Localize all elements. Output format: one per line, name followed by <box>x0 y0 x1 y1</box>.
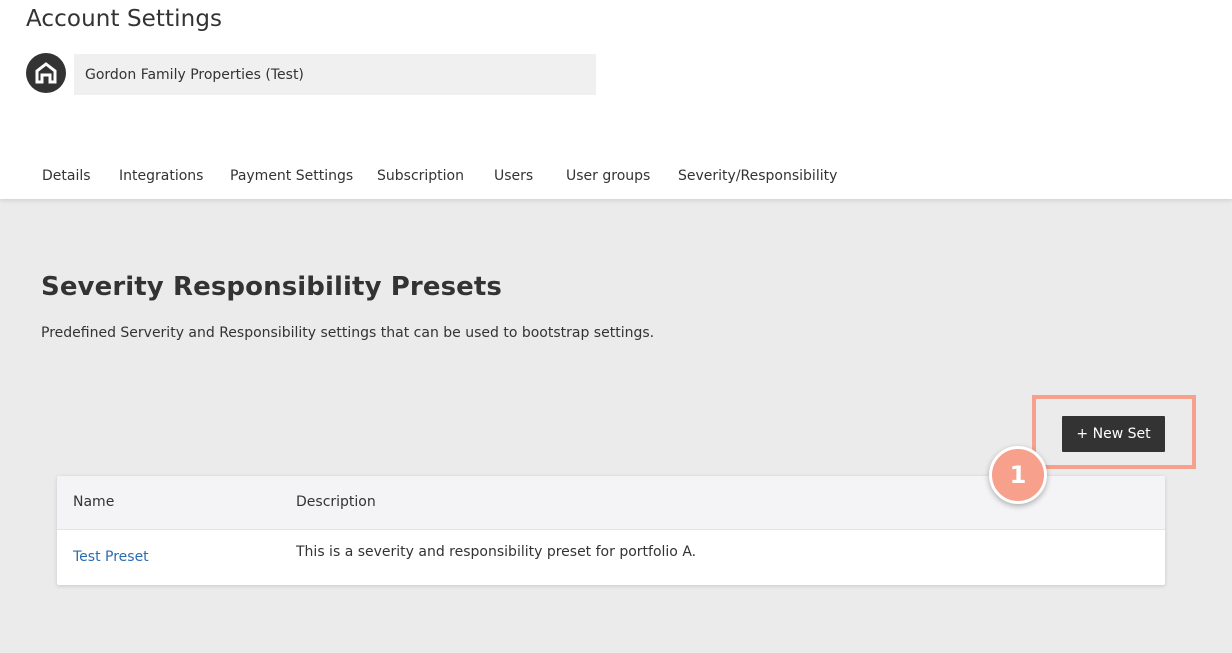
settings-tabs: Details Integrations Payment Settings Su… <box>0 160 1232 192</box>
page-header: Account Settings Gordon Family Propertie… <box>0 0 1232 199</box>
section-description: Predefined Serverity and Responsibility … <box>41 325 655 341</box>
step-number-badge: 1 <box>989 446 1047 504</box>
preset-description: This is a severity and responsibility pr… <box>296 544 697 560</box>
tab-users[interactable]: Users <box>494 160 533 192</box>
tab-integrations[interactable]: Integrations <box>119 160 203 192</box>
column-header-description: Description <box>296 494 376 510</box>
section-title: Severity Responsibility Presets <box>41 272 503 302</box>
tab-user-groups[interactable]: User groups <box>566 160 650 192</box>
preset-name-link[interactable]: Test Preset <box>73 549 149 565</box>
column-header-name: Name <box>73 494 115 510</box>
account-name-field[interactable]: Gordon Family Properties (Test) <box>74 54 596 95</box>
tab-payment-settings[interactable]: Payment Settings <box>230 160 353 192</box>
home-logo-icon <box>35 62 57 84</box>
tab-severity-responsibility[interactable]: Severity/Responsibility <box>678 160 837 192</box>
page-title: Account Settings <box>26 6 223 32</box>
avatar <box>26 53 66 93</box>
tab-details[interactable]: Details <box>42 160 91 192</box>
tab-subscription[interactable]: Subscription <box>377 160 464 192</box>
table-row: Test Preset This is a severity and respo… <box>57 530 1165 585</box>
new-set-button[interactable]: + New Set <box>1062 416 1165 452</box>
